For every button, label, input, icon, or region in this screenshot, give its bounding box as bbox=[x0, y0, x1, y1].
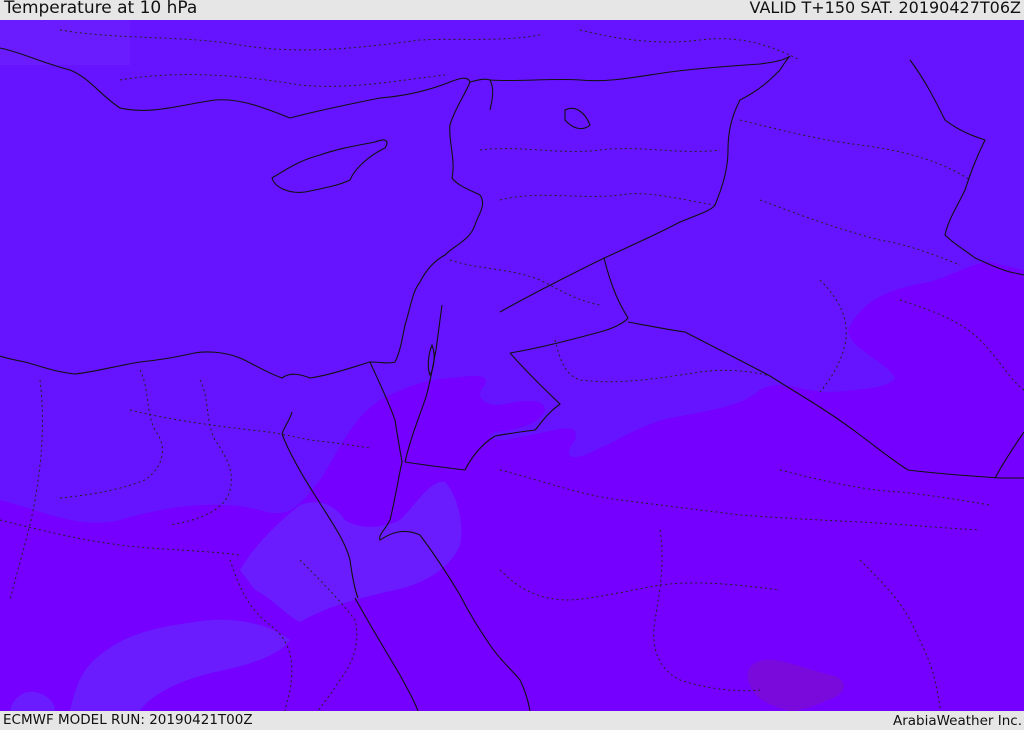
valid-time: VALID T+150 SAT. 20190427T06Z bbox=[749, 0, 1021, 17]
map-area bbox=[0, 20, 1024, 711]
footer-bar: ECMWF MODEL RUN: 20190421T00Z ArabiaWeat… bbox=[0, 711, 1024, 729]
header-bar: Temperature at 10 hPa VALID T+150 SAT. 2… bbox=[0, 0, 1024, 20]
field-upper-left-light bbox=[0, 20, 130, 65]
credit-label: ArabiaWeather Inc. bbox=[892, 713, 1022, 729]
model-run-label: ECMWF MODEL RUN: 20190421T00Z bbox=[3, 712, 253, 728]
map-figure: Temperature at 10 hPa VALID T+150 SAT. 2… bbox=[0, 0, 1024, 729]
map-canvas bbox=[0, 20, 1024, 711]
map-title: Temperature at 10 hPa bbox=[4, 0, 198, 18]
